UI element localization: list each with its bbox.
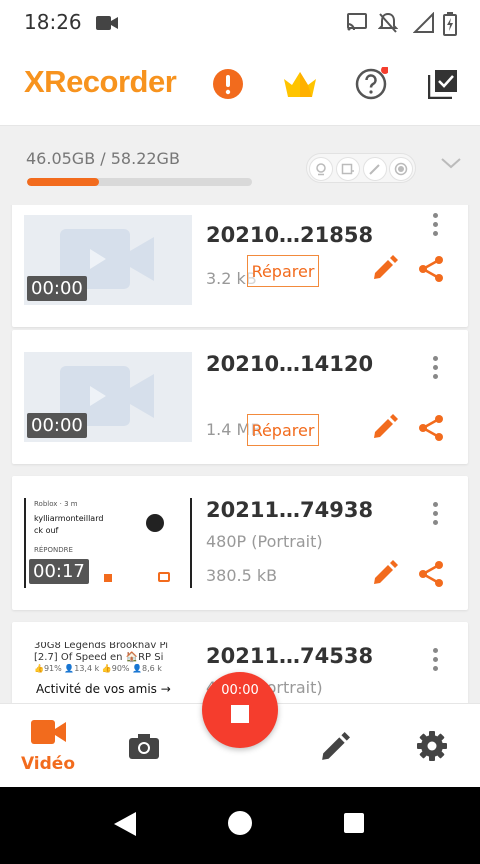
video-list: 00:00 20210…21858 3.2 kB Réparer 00:00 2… — [0, 205, 480, 703]
video-camera-icon — [31, 720, 66, 744]
video-title: 20211…74538 — [206, 644, 374, 668]
app-header: XRecorder — [0, 46, 480, 126]
filter-group — [306, 153, 416, 183]
recents-icon[interactable] — [343, 812, 365, 834]
battery-charging-icon — [443, 12, 457, 40]
more-options-icon[interactable] — [424, 209, 446, 239]
select-all-icon[interactable] — [423, 64, 463, 104]
storage-progress-fill — [27, 178, 99, 186]
video-thumbnail[interactable]: 30G8 Legends Brookhav Pi [2.7] Of Speed … — [24, 642, 192, 703]
video-size: 380.5 kB — [206, 566, 278, 585]
thumb-games-stats: 👍91% 👤13,4 k 👍90% 👤8,6 k — [34, 664, 162, 673]
stop-icon — [231, 705, 249, 723]
video-thumbnail[interactable]: 00:00 — [24, 352, 192, 442]
thumb-reply: RÉPONDRE — [34, 546, 73, 554]
alert-icon[interactable] — [208, 64, 248, 104]
video-card[interactable]: 00:00 20210…21858 3.2 kB Réparer — [12, 205, 468, 327]
more-options-icon[interactable] — [424, 498, 446, 528]
thumb-camera-icon — [158, 572, 170, 582]
edit-icon[interactable] — [370, 255, 400, 285]
edit-icon[interactable] — [370, 414, 400, 444]
video-title: 20210…21858 — [206, 223, 374, 247]
storage-panel: 46.05GB / 58.22GB — [0, 127, 480, 205]
gear-icon — [417, 731, 447, 761]
status-time: 18:26 — [24, 10, 82, 34]
video-thumbnail[interactable]: Roblox · 3 m kylliarmonteillard ck ouf R… — [24, 498, 192, 588]
video-title: 20211…74938 — [206, 498, 374, 522]
nav-screenshot[interactable] — [96, 704, 192, 788]
share-icon[interactable] — [417, 414, 447, 444]
repair-button[interactable]: Réparer — [247, 255, 319, 287]
record-stop-button[interactable]: 00:00 — [202, 672, 278, 748]
app-logo: XRecorder — [24, 64, 177, 99]
home-icon[interactable] — [227, 810, 253, 836]
repair-button[interactable]: Réparer — [247, 414, 319, 446]
video-card[interactable]: 00:00 20210…14120 1.4 MB Réparer — [12, 330, 468, 464]
nav-video-label: Vidéo — [20, 754, 76, 774]
video-resolution: 480P (Portrait) — [206, 532, 323, 551]
thumb-source: Roblox · 3 m — [34, 500, 78, 508]
video-thumbnail[interactable]: 00:00 — [24, 215, 192, 305]
thumb-avatar — [146, 514, 164, 532]
cast-icon — [346, 12, 368, 36]
signal-icon — [412, 11, 435, 38]
share-icon[interactable] — [417, 255, 447, 285]
video-duration: 00:00 — [27, 276, 87, 301]
thumb-user-line2: ck ouf — [34, 526, 59, 535]
screen-filter-icon[interactable] — [336, 157, 360, 181]
thumb-user-line1: kylliarmonteillard — [34, 514, 104, 523]
edit-icon[interactable] — [370, 560, 400, 590]
storage-progress-bar — [27, 178, 252, 186]
thumb-games-line2: [2.7] Of Speed en 🏠RP Si — [34, 652, 164, 663]
edit-icon — [322, 732, 350, 760]
thumb-square-icon — [104, 574, 112, 582]
record-timer: 00:00 — [221, 683, 259, 698]
brush-filter-icon[interactable] — [363, 157, 387, 181]
video-title: 20210…14120 — [206, 352, 374, 376]
video-record-icon — [95, 14, 119, 36]
video-card[interactable]: Roblox · 3 m kylliarmonteillard ck ouf R… — [12, 476, 468, 610]
system-navigation-bar — [0, 787, 480, 864]
video-duration: 00:17 — [29, 559, 89, 584]
video-duration: 00:00 — [27, 413, 87, 438]
thumb-friends-activity: Activité de vos amis → — [36, 682, 171, 696]
nav-edit[interactable] — [288, 704, 384, 788]
notifications-off-icon — [377, 12, 399, 38]
camera-filter-icon[interactable] — [309, 157, 333, 181]
chevron-down-icon[interactable] — [440, 155, 462, 174]
record-filter-icon[interactable] — [389, 157, 413, 181]
more-options-icon[interactable] — [424, 352, 446, 382]
share-icon[interactable] — [417, 560, 447, 590]
thumb-games-line1: 30G8 Legends Brookhav Pi — [34, 642, 169, 651]
nav-video[interactable]: Vidéo — [0, 704, 96, 788]
back-icon[interactable] — [112, 811, 138, 837]
status-bar: 18:26 — [0, 0, 480, 46]
help-icon[interactable] — [351, 64, 391, 104]
premium-crown-icon[interactable] — [280, 64, 320, 104]
storage-usage-text: 46.05GB / 58.22GB — [26, 149, 180, 168]
more-options-icon[interactable] — [424, 644, 446, 674]
camera-icon — [129, 734, 159, 759]
nav-settings[interactable] — [384, 704, 480, 788]
